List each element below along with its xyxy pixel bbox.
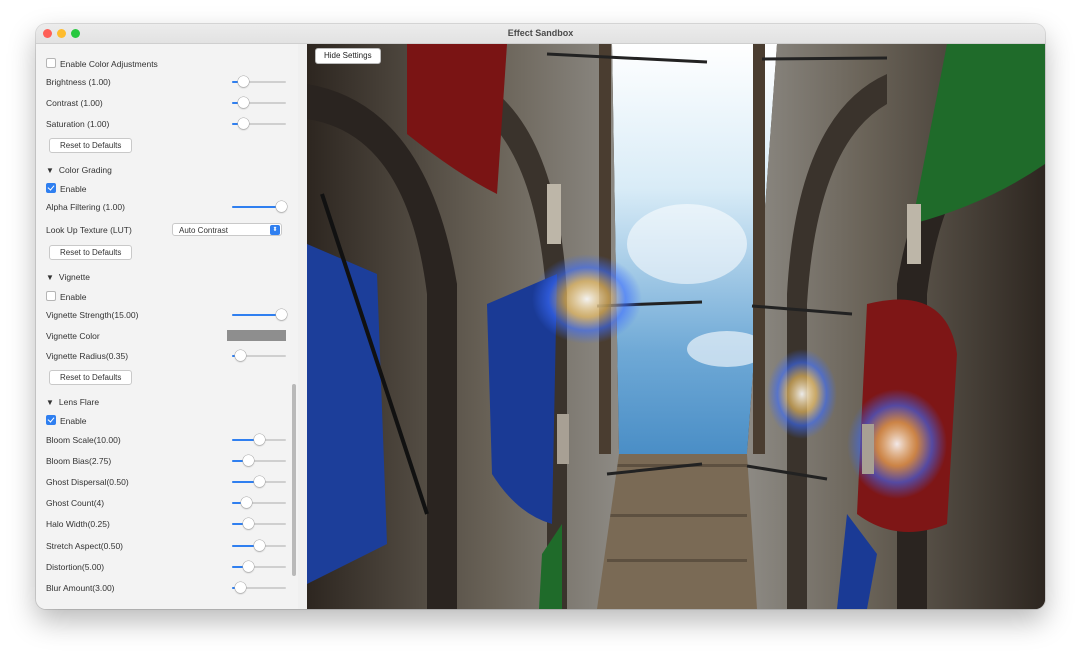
lut-select-value: Auto Contrast — [179, 226, 228, 235]
vignette-title: Vignette — [58, 272, 90, 282]
enable-color-adjustments-row[interactable]: Enable Color Adjustments — [46, 56, 158, 72]
disclosure-triangle-icon: ▼ — [46, 166, 54, 175]
lens-flare-enable-checkbox[interactable] — [46, 415, 56, 425]
brightness-label: Brightness (1.00) — [46, 77, 111, 87]
contrast-label: Contrast (1.00) — [46, 98, 103, 108]
scene-render-image — [307, 44, 1045, 609]
blur-amount-slider[interactable] — [232, 580, 286, 596]
color-grading-title: Color Grading — [58, 165, 112, 175]
app-window: Effect Sandbox Enable Color Adjustments … — [36, 24, 1045, 609]
ghost-count-slider[interactable] — [232, 495, 286, 511]
render-viewport[interactable]: Hide Settings — [307, 44, 1045, 609]
halo-width-label: Halo Width(0.25) — [46, 519, 110, 529]
alpha-filtering-label: Alpha Filtering (1.00) — [46, 202, 125, 212]
vignette-header[interactable]: ▼ Vignette — [46, 269, 90, 285]
contrast-slider[interactable] — [232, 95, 286, 111]
vignette-color-label: Vignette Color — [46, 331, 100, 341]
stretch-aspect-slider[interactable] — [232, 538, 286, 554]
color-grading-enable-row[interactable]: Enable — [46, 181, 86, 197]
vignette-reset-button[interactable]: Reset to Defaults — [49, 370, 133, 385]
ghost-count-label: Ghost Count(4) — [46, 498, 105, 508]
hide-settings-button[interactable]: Hide Settings — [315, 48, 381, 64]
color-grading-enable-label: Enable — [60, 184, 87, 194]
enable-color-adjustments-label: Enable Color Adjustments — [60, 59, 158, 69]
vignette-color-well[interactable] — [227, 330, 286, 341]
vignette-enable-checkbox[interactable] — [46, 291, 56, 301]
bloom-bias-label: Bloom Bias(2.75) — [46, 456, 112, 466]
blur-amount-label: Blur Amount(3.00) — [46, 583, 115, 593]
bloom-bias-slider[interactable] — [232, 453, 286, 469]
enable-color-adjustments-checkbox[interactable] — [46, 58, 56, 68]
lens-flare-title: Lens Flare — [58, 397, 100, 407]
disclosure-triangle-icon: ▼ — [46, 273, 54, 282]
color-adjustments-reset-button[interactable]: Reset to Defaults — [49, 138, 133, 153]
saturation-label: Saturation (1.00) — [46, 119, 110, 129]
ghost-dispersal-label: Ghost Dispersal(0.50) — [46, 477, 129, 487]
settings-scrollbar[interactable] — [292, 384, 296, 576]
lut-label: Look Up Texture (LUT) — [46, 225, 132, 235]
vignette-strength-label: Vignette Strength(15.00) — [46, 310, 139, 320]
brightness-slider[interactable] — [232, 74, 286, 90]
lens-flare-enable-label: Enable — [60, 416, 87, 426]
stretch-aspect-label: Stretch Aspect(0.50) — [46, 541, 124, 551]
title-bar: Effect Sandbox — [36, 24, 1045, 44]
window-title: Effect Sandbox — [507, 28, 574, 38]
vignette-radius-label: Vignette Radius(0.35) — [46, 351, 129, 361]
lens-flare-enable-row[interactable]: Enable — [46, 413, 86, 429]
lens-flare-header[interactable]: ▼ Lens Flare — [46, 394, 99, 410]
color-grading-header[interactable]: ▼ Color Grading — [46, 162, 112, 178]
bloom-scale-slider[interactable] — [232, 432, 286, 448]
disclosure-triangle-icon: ▼ — [46, 398, 54, 407]
color-grading-reset-button[interactable]: Reset to Defaults — [49, 245, 133, 260]
distortion-slider[interactable] — [232, 559, 286, 575]
settings-panel[interactable]: Enable Color Adjustments Brightness (1.0… — [36, 44, 298, 609]
chevron-updown-icon: ⬍ — [270, 225, 280, 235]
bloom-scale-label: Bloom Scale(10.00) — [46, 435, 121, 445]
color-grading-enable-checkbox[interactable] — [46, 183, 56, 193]
alpha-filtering-slider[interactable] — [232, 199, 287, 215]
halo-width-slider[interactable] — [232, 516, 286, 532]
vignette-enable-label: Enable — [60, 292, 87, 302]
ghost-dispersal-slider[interactable] — [232, 474, 286, 490]
lut-select[interactable]: Auto Contrast ⬍ — [172, 223, 282, 236]
vignette-radius-slider[interactable] — [232, 348, 286, 364]
saturation-slider[interactable] — [232, 116, 286, 132]
vignette-strength-slider[interactable] — [232, 307, 287, 323]
vignette-enable-row[interactable]: Enable — [46, 289, 86, 305]
distortion-label: Distortion(5.00) — [46, 562, 105, 572]
